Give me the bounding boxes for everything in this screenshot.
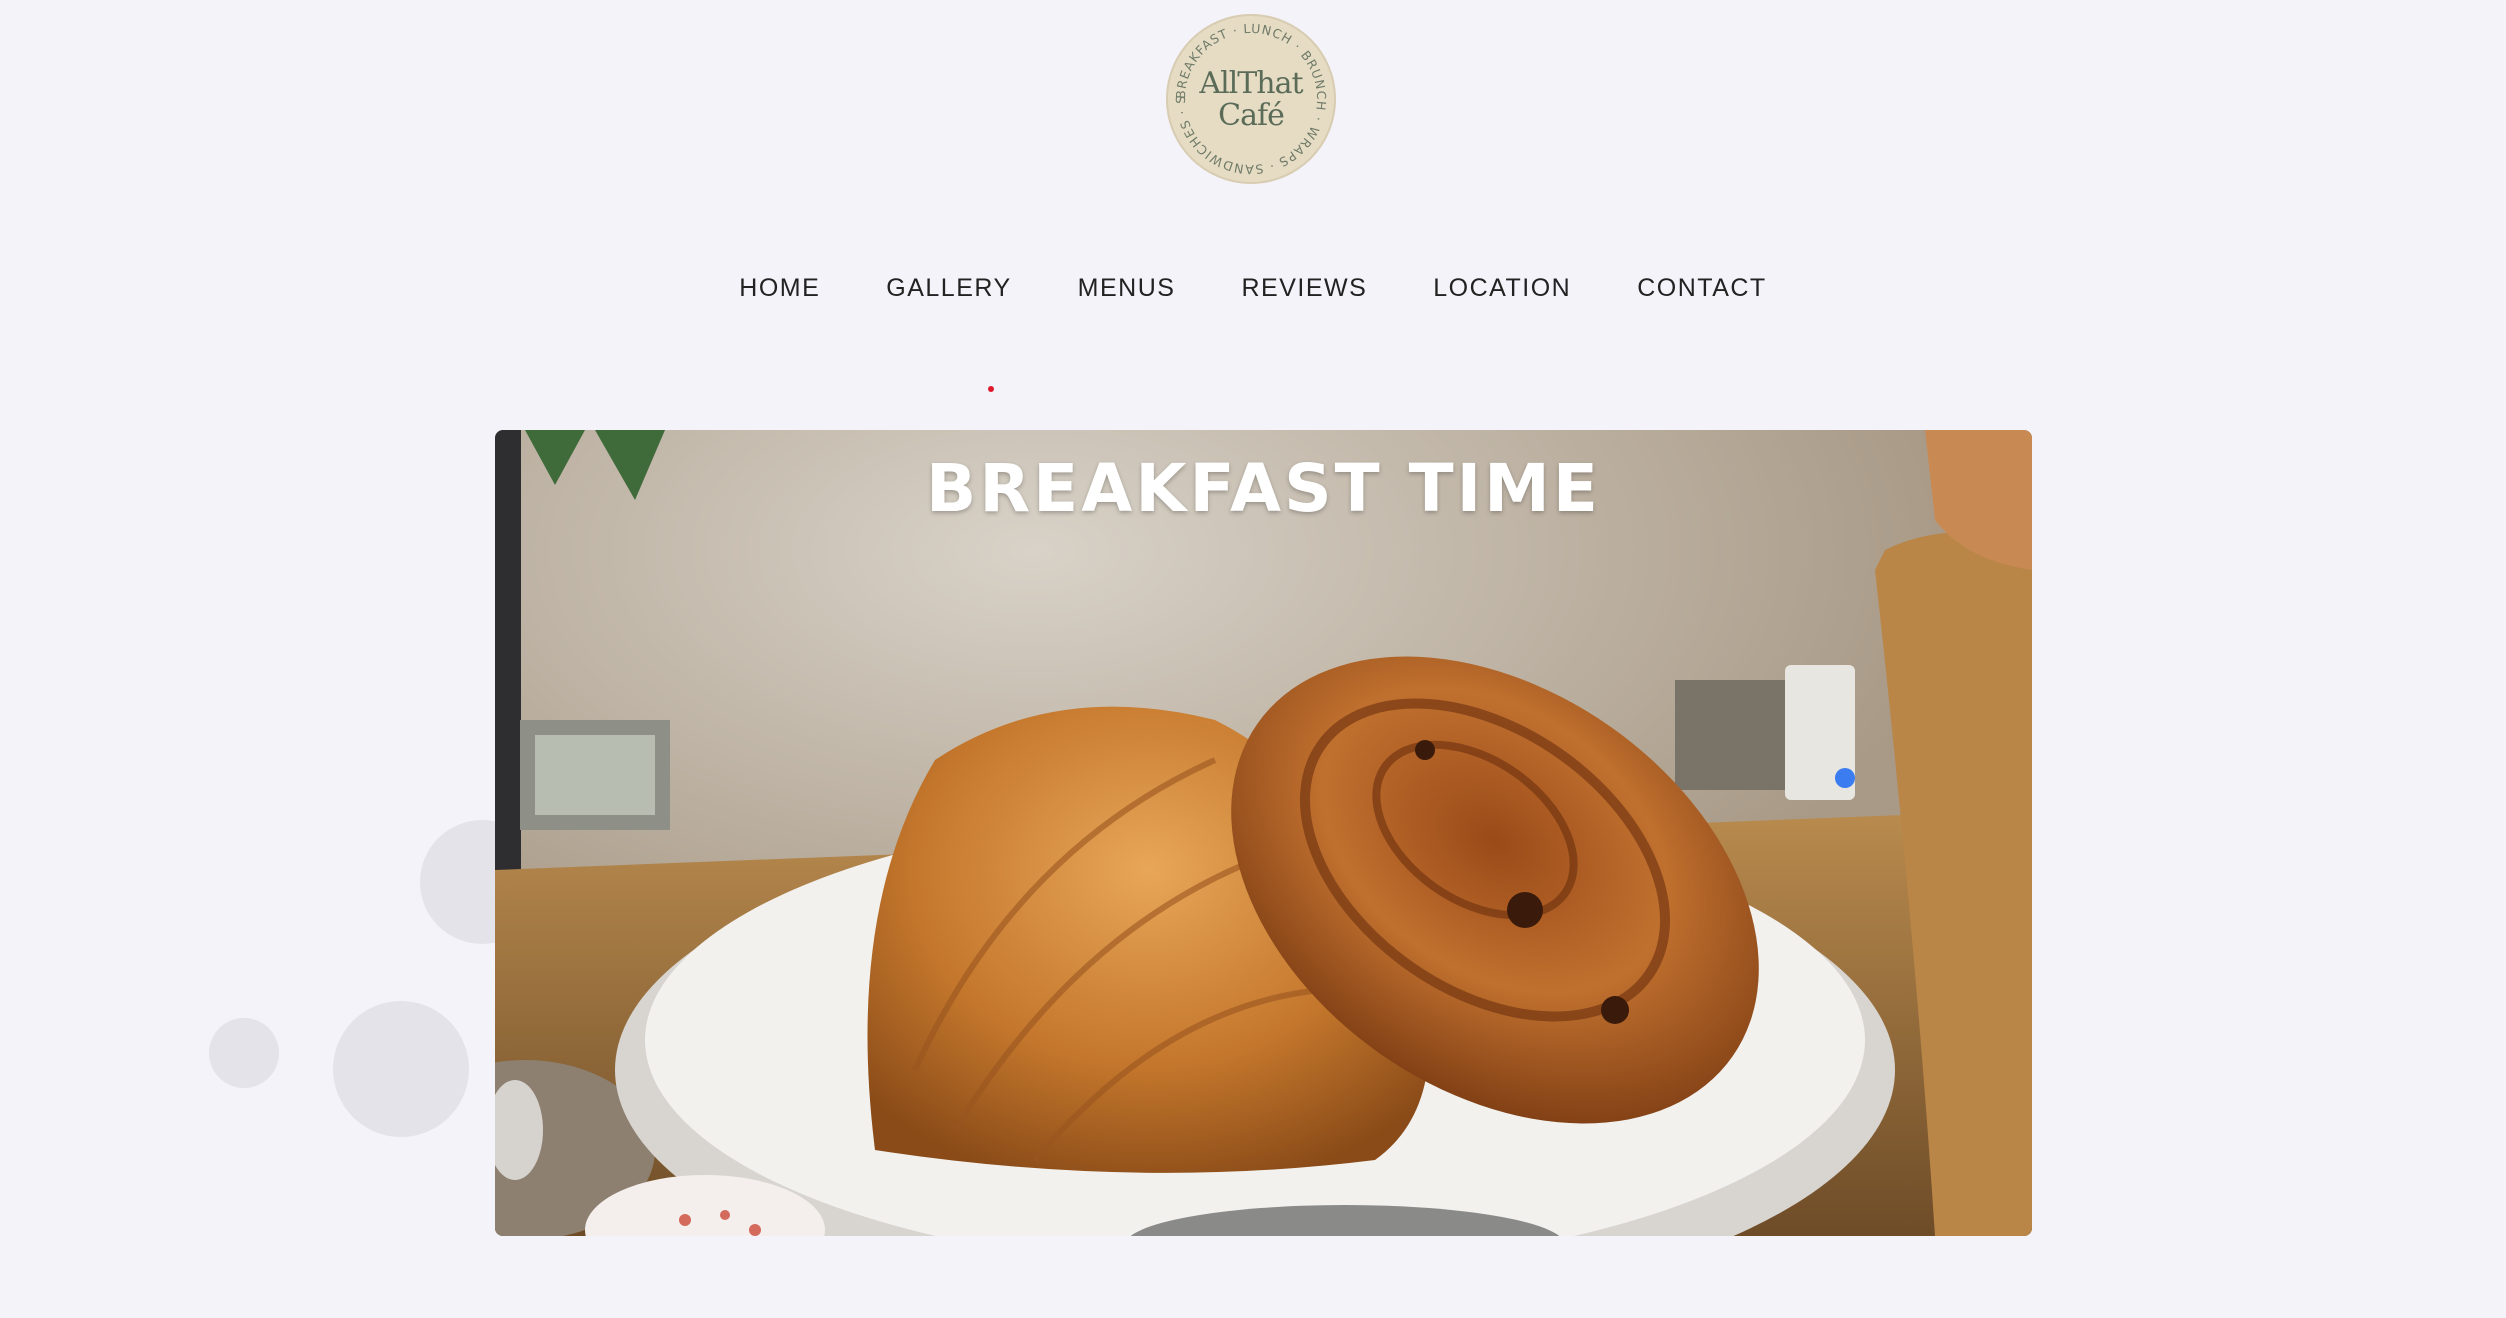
hero-video[interactable]: BREAKFAST TIME	[495, 430, 2032, 1236]
nav-contact[interactable]: CONTACT	[1637, 268, 1766, 308]
main-navigation: HOME GALLERY MENUS REVIEWS LOCATION CONT…	[0, 268, 2506, 308]
hero-title: BREAKFAST TIME	[926, 450, 1601, 527]
nav-gallery[interactable]: GALLERY	[886, 268, 1011, 308]
cafe-logo[interactable]: BREAKFAST · LUNCH · BRUNCH · WRAPS · SAN…	[1166, 14, 1336, 184]
logo-title: AllThat Café	[1166, 68, 1336, 132]
logo-title-line2: Café	[1218, 98, 1285, 133]
nav-reviews[interactable]: REVIEWS	[1241, 268, 1367, 308]
decorative-bubble-small	[209, 1018, 279, 1088]
nav-location[interactable]: LOCATION	[1433, 268, 1571, 308]
accent-dot	[988, 386, 994, 392]
nav-menus[interactable]: MENUS	[1078, 268, 1176, 308]
nav-home[interactable]: HOME	[739, 268, 820, 308]
logo-title-line1: AllThat	[1199, 66, 1303, 101]
decorative-bubble-medium	[333, 1001, 469, 1137]
hero-pastry-image	[495, 430, 2032, 1236]
